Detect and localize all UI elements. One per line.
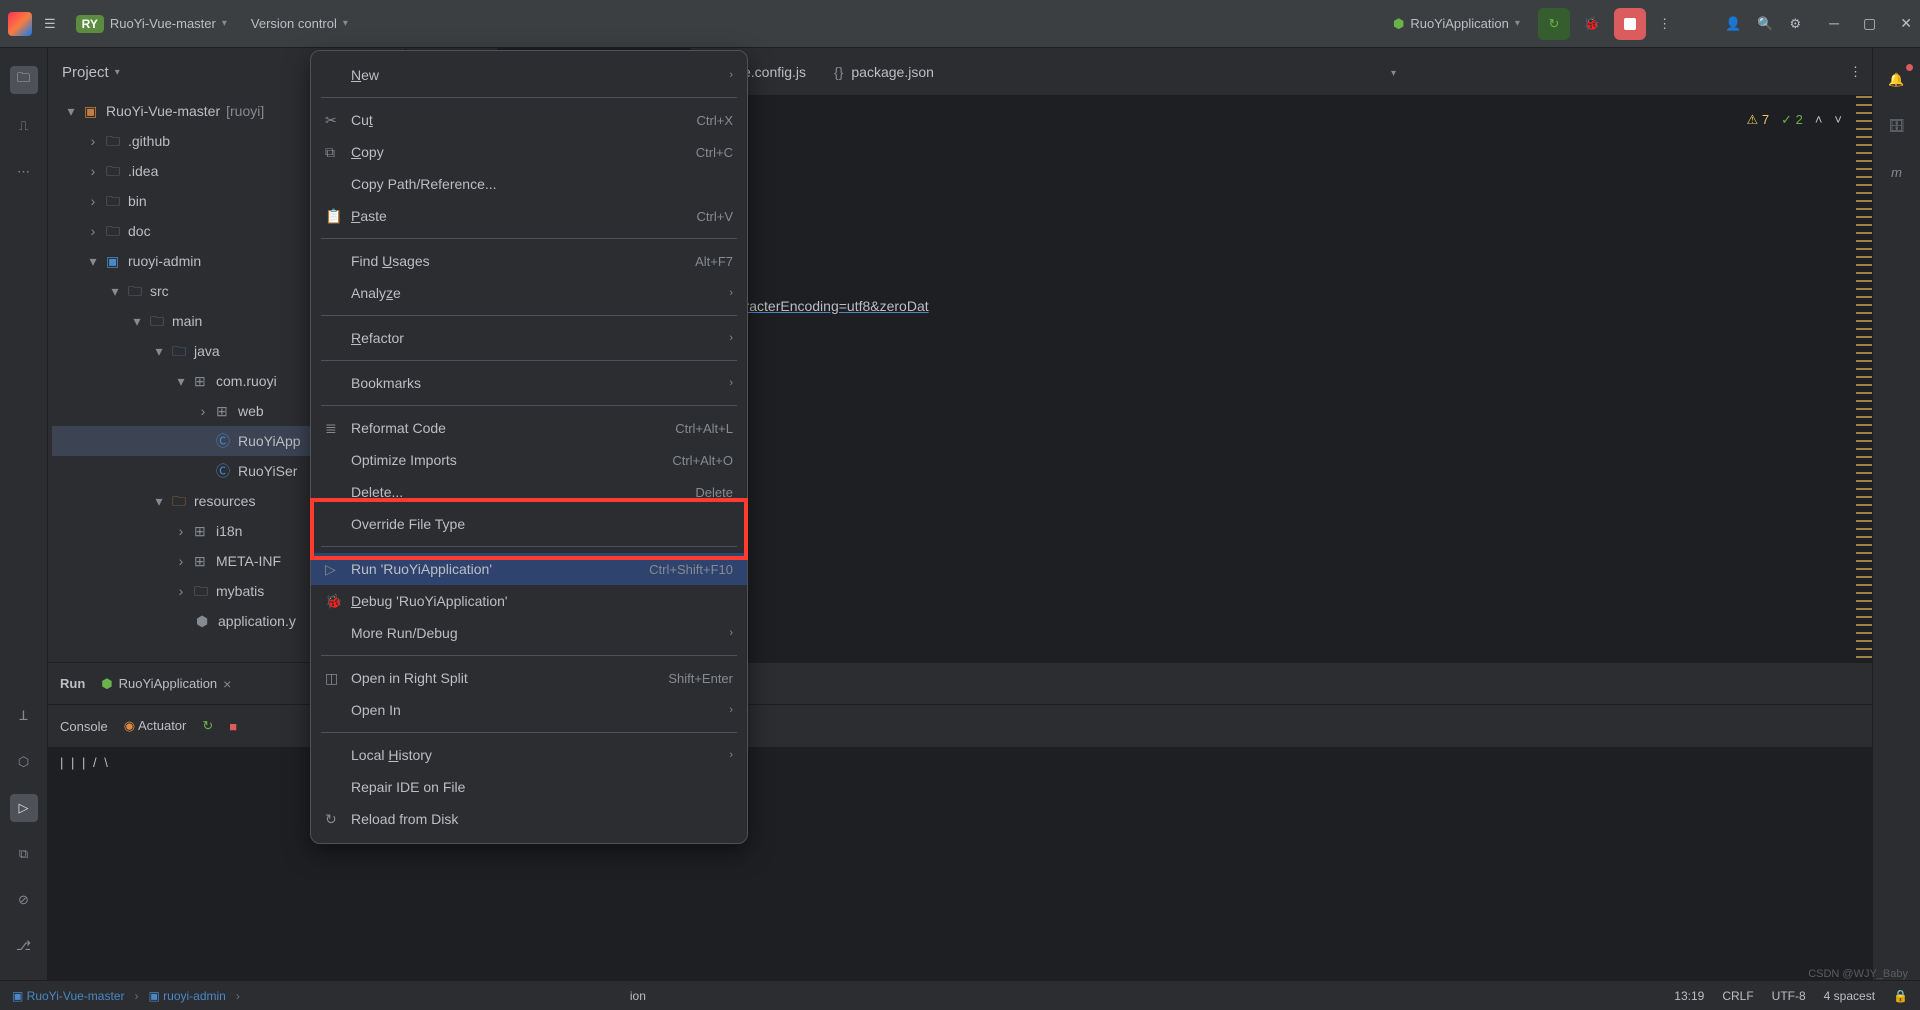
close-button[interactable]: ✕ [1900,15,1912,32]
run-configuration-selector[interactable]: ⬢ RuoYiApplication ▾ [1383,12,1530,36]
chevron-down-icon: ▾ [115,67,120,78]
tabs-dropdown-icon[interactable]: ▾ [1381,64,1406,79]
typo-count[interactable]: ✓ 2 [1781,106,1803,134]
menu-open-in[interactable]: Open In› [311,694,747,726]
right-tool-rail: 🔔 🗄 m [1872,48,1920,1010]
menu-local-history[interactable]: Local History› [311,739,747,771]
menu-find-usages[interactable]: Find UsagesAlt+F7 [311,245,747,277]
status-time[interactable]: 13:19 [1674,989,1704,1003]
console-tab[interactable]: Console [60,719,108,734]
menu-repair[interactable]: Repair IDE on File [311,771,747,803]
version-control-menu[interactable]: Version control ▾ [243,12,356,35]
menu-paste[interactable]: 📋PasteCtrl+V [311,200,747,232]
debug-button[interactable]: 🐞 [1578,10,1606,38]
services-tool-icon[interactable]: ⬡ [10,748,38,776]
menu-delete[interactable]: Delete...Delete [311,476,747,508]
statusbar: ▣ RuoYi-Vue-master › ▣ ruoyi-admin › ion… [0,980,1920,1010]
actuator-tab[interactable]: ◉ Actuator [124,718,187,734]
search-icon[interactable]: 🔍 [1753,12,1777,36]
stop-icon[interactable]: ■ [229,719,237,734]
code-with-me-icon[interactable]: 👤 [1721,12,1745,36]
chevron-down-icon: ▾ [1515,18,1520,29]
structure-tool-icon[interactable]: ⎍ [10,112,38,140]
run-label: Run [60,676,85,691]
run-button[interactable]: ↻ [1538,8,1570,40]
leaf-icon: ⬢ [1393,16,1404,32]
menu-refactor[interactable]: Refactor› [311,322,747,354]
menu-copy-path[interactable]: Copy Path/Reference... [311,168,747,200]
menu-analyze[interactable]: Analyze› [311,277,747,309]
minimize-button[interactable]: ─ [1829,15,1839,32]
chevron-down-icon: ▾ [343,18,348,29]
left-tool-rail: 🗀 ⎍ ⋯ ꓕ ⬡ ▷ ⧉ ⊘ ⎇ [0,48,48,1010]
status-indent[interactable]: 4 spacest [1824,989,1875,1003]
app-logo[interactable] [8,12,32,36]
leaf-icon: ⬢ [101,676,112,692]
maven-icon[interactable]: m [1883,158,1911,186]
status-encoding[interactable]: UTF-8 [1772,989,1806,1003]
menu-more-run[interactable]: More Run/Debug› [311,617,747,649]
menu-copy[interactable]: ⧉CopyCtrl+C [311,136,747,168]
project-tool-icon[interactable]: 🗀 [10,66,38,94]
tabs-more-icon[interactable]: ⋮ [1839,64,1872,80]
git-tool-icon[interactable]: ⎇ [10,932,38,960]
stop-button[interactable] [1614,8,1646,40]
collapse-down-icon[interactable]: ˅ [1834,106,1842,134]
json-icon: {} [834,64,843,80]
context-menu: New› ✂CutCtrl+X ⧉CopyCtrl+C Copy Path/Re… [310,50,748,844]
problems-tool-icon[interactable]: ⊘ [10,886,38,914]
close-icon[interactable]: × [223,676,231,692]
status-line-ending[interactable]: CRLF [1722,989,1753,1003]
menu-override[interactable]: Override File Type [311,508,747,540]
notifications-icon[interactable]: 🔔 [1883,66,1911,94]
editor-minimap[interactable] [1856,96,1872,662]
breadcrumb-item[interactable]: ▣ RuoYi-Vue-master [12,989,124,1003]
maximize-button[interactable]: ▢ [1863,15,1876,32]
breadcrumb-item[interactable]: ▣ ruoyi-admin [148,989,225,1003]
menu-cut[interactable]: ✂CutCtrl+X [311,104,747,136]
menu-debug[interactable]: 🐞Debug 'RuoYiApplication' [311,585,747,617]
menu-reload[interactable]: ↻Reload from Disk [311,803,747,835]
terminal-tool-icon[interactable]: ⧉ [10,840,38,868]
menu-bookmarks[interactable]: Bookmarks› [311,367,747,399]
project-selector[interactable]: RY RuoYi-Vue-master ▾ [68,11,235,37]
menu-new[interactable]: New› [311,59,747,91]
bookmarks-tool-icon[interactable]: ꓕ [10,702,38,730]
watermark: CSDN @WJY_Baby [1808,968,1908,980]
menu-run[interactable]: ▷Run 'RuoYiApplication'Ctrl+Shift+F10 [311,553,747,585]
settings-icon[interactable]: ⚙ [1785,12,1805,36]
more-actions-icon[interactable]: ⋮ [1654,12,1675,36]
warning-count[interactable]: ⚠ 7 [1747,106,1770,134]
breadcrumb-item[interactable]: ion [630,989,646,1003]
rerun-icon[interactable]: ↻ [202,718,213,734]
chevron-down-icon: ▾ [222,18,227,29]
project-badge: RY [76,15,104,33]
collapse-up-icon[interactable]: ˄ [1815,106,1823,134]
run-tool-icon[interactable]: ▷ [10,794,38,822]
menu-open-split[interactable]: ◫Open in Right SplitShift+Enter [311,662,747,694]
topbar: ☰ RY RuoYi-Vue-master ▾ Version control … [0,0,1920,48]
more-tool-icon[interactable]: ⋯ [10,158,38,186]
menu-optimize[interactable]: Optimize ImportsCtrl+Alt+O [311,444,747,476]
editor-tab[interactable]: {}package.json [820,48,948,96]
database-icon[interactable]: 🗄 [1883,112,1911,140]
menu-reformat[interactable]: ≣Reformat CodeCtrl+Alt+L [311,412,747,444]
hamburger-icon[interactable]: ☰ [40,12,60,36]
project-name-text: RuoYi-Vue-master [110,16,216,31]
run-config-tab[interactable]: ⬢ RuoYiApplication × [101,676,231,692]
status-lock-icon[interactable]: 🔒 [1893,989,1908,1003]
